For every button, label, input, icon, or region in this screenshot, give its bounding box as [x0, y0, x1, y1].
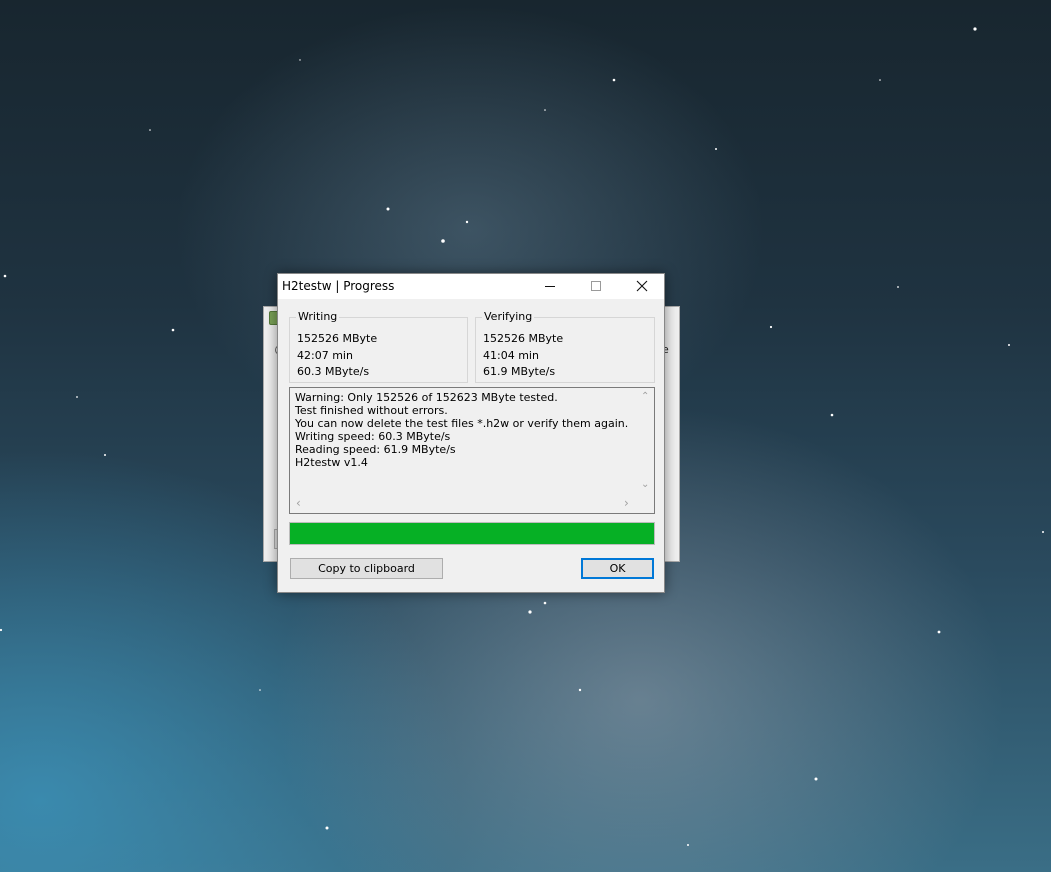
- writing-label: Writing: [296, 310, 340, 323]
- progress-dialog: H2testw | Progress Writing 152526 MByte …: [277, 273, 665, 593]
- scroll-down-arrow-icon[interactable]: ⌄: [641, 480, 649, 490]
- close-icon: [636, 280, 648, 292]
- log-line: Warning: Only 152526 of 152623 MByte tes…: [295, 391, 558, 404]
- minimize-icon: [545, 286, 555, 287]
- log-textbox[interactable]: Warning: Only 152526 of 152623 MByte tes…: [289, 387, 655, 514]
- ok-button[interactable]: OK: [581, 558, 654, 579]
- progress-bar: [289, 522, 655, 545]
- scroll-up-arrow-icon[interactable]: ⌃: [641, 392, 649, 402]
- log-line: H2testw v1.4: [295, 456, 368, 469]
- verifying-group: Verifying 152526 MByte 41:04 min 61.9 MB…: [475, 310, 655, 383]
- log-line: Test finished without errors.: [295, 404, 448, 417]
- vertical-scrollbar[interactable]: ⌃ ⌄: [637, 388, 654, 496]
- log-line: Reading speed: 61.9 MByte/s: [295, 443, 456, 456]
- verifying-time: 41:04 min: [483, 349, 539, 362]
- maximize-button[interactable]: [573, 274, 619, 299]
- title-bar[interactable]: H2testw | Progress: [278, 274, 664, 299]
- maximize-icon: [591, 281, 601, 291]
- close-button[interactable]: [619, 274, 665, 299]
- log-line: You can now delete the test files *.h2w …: [295, 417, 629, 430]
- verifying-size: 152526 MByte: [483, 332, 564, 345]
- copy-to-clipboard-button[interactable]: Copy to clipboard: [290, 558, 443, 579]
- verifying-speed: 61.9 MByte/s: [483, 365, 556, 378]
- writing-time: 42:07 min: [297, 349, 353, 362]
- writing-speed: 60.3 MByte/s: [297, 365, 370, 378]
- log-line: Writing speed: 60.3 MByte/s: [295, 430, 451, 443]
- scrollbar-corner: [637, 496, 654, 513]
- scroll-right-arrow-icon[interactable]: ›: [624, 497, 629, 509]
- log-text: Warning: Only 152526 of 152623 MByte tes…: [295, 391, 633, 469]
- scroll-left-arrow-icon[interactable]: ‹: [296, 497, 301, 509]
- window-title: H2testw | Progress: [282, 279, 395, 293]
- verifying-label: Verifying: [482, 310, 535, 323]
- writing-group: Writing 152526 MByte 42:07 min 60.3 MByt…: [289, 310, 468, 383]
- progress-fill: [290, 523, 654, 544]
- horizontal-scrollbar[interactable]: ‹ ›: [290, 496, 638, 513]
- writing-size: 152526 MByte: [297, 332, 378, 345]
- minimize-button[interactable]: [527, 274, 573, 299]
